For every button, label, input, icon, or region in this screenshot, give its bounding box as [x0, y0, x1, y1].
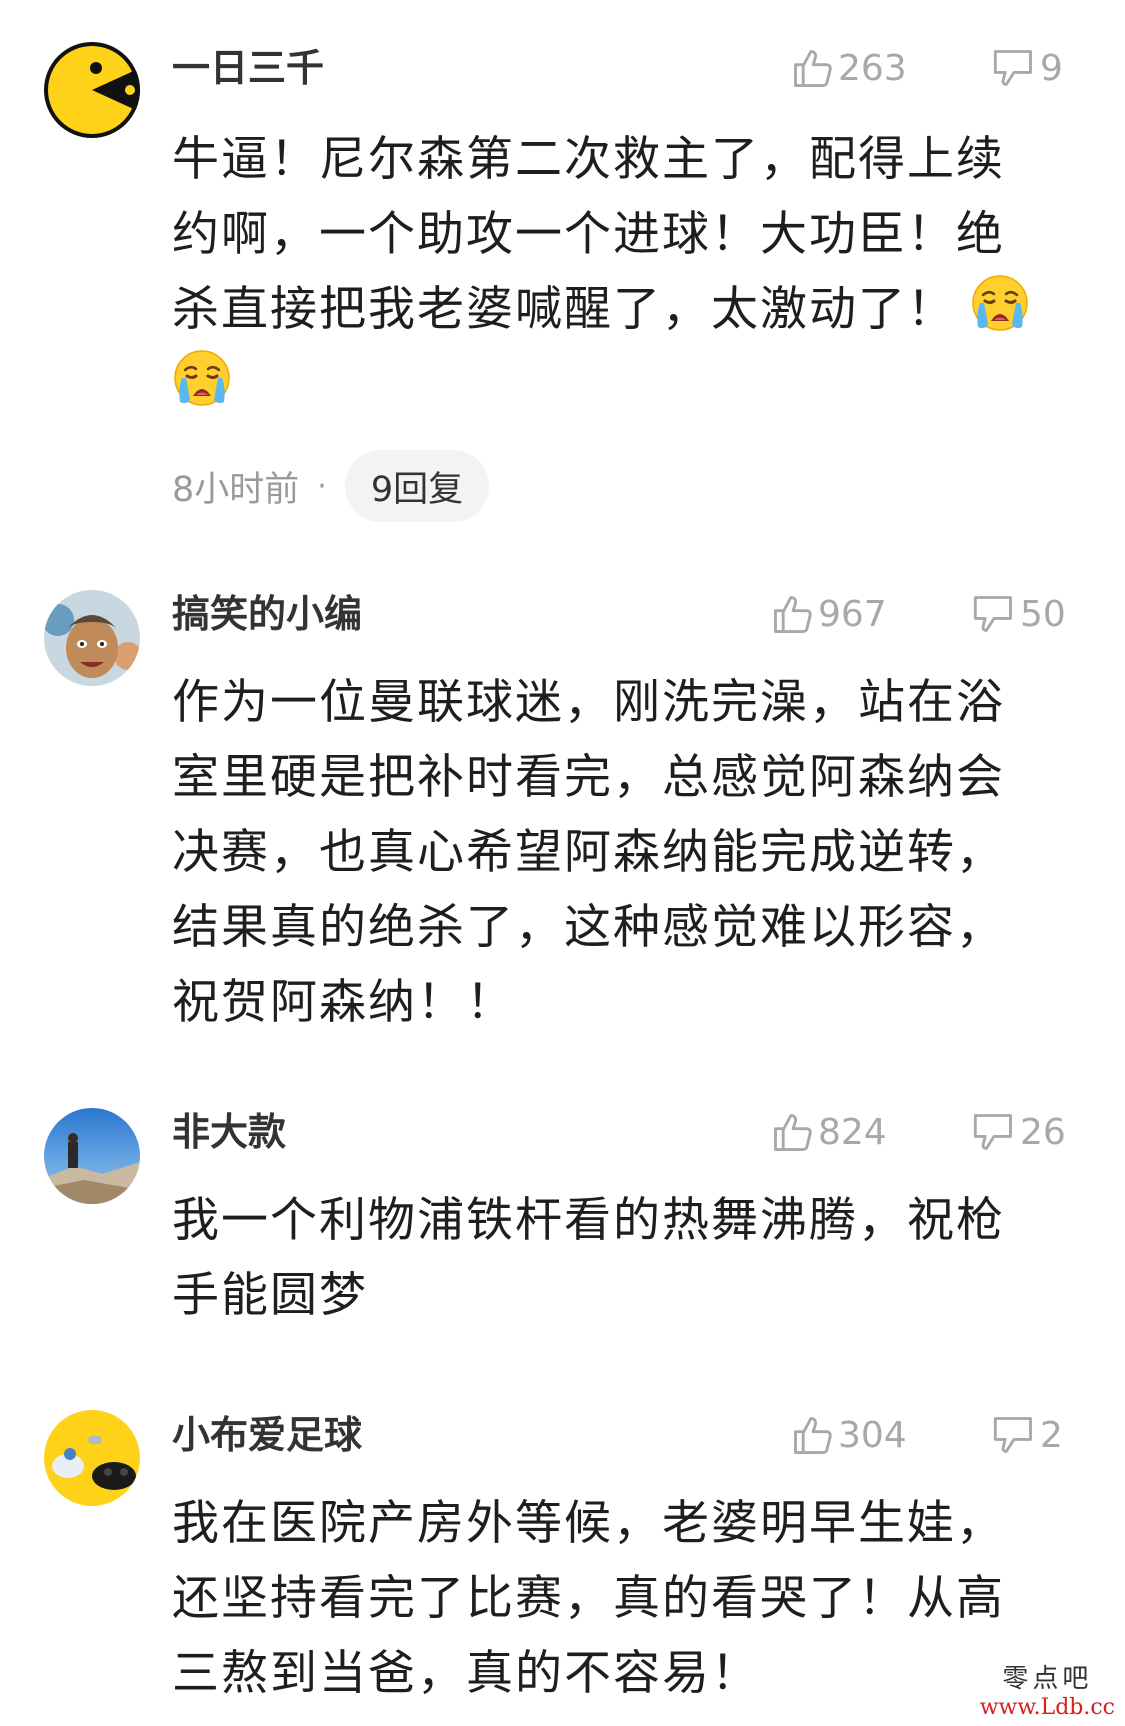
- thumbs-down-icon: [992, 46, 1036, 90]
- username[interactable]: 一日三千: [172, 44, 324, 92]
- mountain-photo-avatar-icon[interactable]: [44, 1108, 140, 1204]
- like-count: 263: [838, 47, 907, 89]
- thumbs-up-icon: [770, 1110, 814, 1154]
- comment-text: 我在医院产房外等候，老婆明早生娃， 还坚持看完了比赛，真的看哭了！从高 三熬到当…: [172, 1486, 1072, 1711]
- dislike-button[interactable]: 2: [992, 1411, 1063, 1459]
- comment-line: 杀直接把我老婆喊醒了，太激动了！: [172, 272, 1072, 347]
- thumbs-down-icon: [992, 1413, 1036, 1457]
- comment-line: 结果真的绝杀了，这种感觉难以形容，: [172, 900, 1005, 955]
- dislike-count: 2: [1040, 1414, 1063, 1456]
- crying-face-emoji: [172, 348, 232, 408]
- comment-line: 还坚持看完了比赛，真的看哭了！从高: [172, 1571, 1005, 1626]
- thumbs-up-icon: [790, 1413, 834, 1457]
- comment-line: [172, 347, 1072, 422]
- thumbs-down-icon: [972, 592, 1016, 636]
- thumbs-up-icon: [790, 46, 834, 90]
- comment-line: 祝贺阿森纳！！: [172, 975, 515, 1030]
- comment-line: 作为一位曼联球迷，刚洗完澡，站在浴: [172, 675, 1005, 730]
- cartoon-face-avatar-icon[interactable]: [44, 590, 140, 686]
- site-watermark: 零点吧 www.Ldb.cc: [980, 1658, 1115, 1720]
- comment-text: 作为一位曼联球迷，刚洗完澡，站在浴 室里硬是把补时看完，总感觉阿森纳会 决赛，也…: [172, 665, 1072, 1040]
- like-count: 824: [818, 1111, 887, 1153]
- dislike-button[interactable]: 50: [972, 590, 1066, 638]
- comment-text: 我一个利物浦铁杆看的热舞沸腾，祝枪 手能圆梦: [172, 1183, 1072, 1333]
- comment-meta: 8小时前 · 9回复: [172, 450, 490, 522]
- dislike-button[interactable]: 9: [992, 44, 1063, 92]
- watermark-url: www.Ldb.cc: [979, 1695, 1115, 1720]
- dislike-button[interactable]: 26: [972, 1108, 1066, 1156]
- timestamp: 8小时前: [172, 469, 300, 510]
- like-count: 967: [818, 593, 887, 635]
- comment-line: 我在医院产房外等候，老婆明早生娃，: [172, 1496, 1005, 1551]
- like-button[interactable]: 967: [770, 590, 887, 638]
- toys-avatar-icon[interactable]: [44, 1410, 140, 1506]
- username[interactable]: 非大款: [172, 1108, 286, 1156]
- comment-line: 决赛，也真心希望阿森纳能完成逆转，: [172, 825, 1005, 880]
- thumbs-down-icon: [972, 1110, 1016, 1154]
- username[interactable]: 搞笑的小编: [172, 590, 362, 638]
- separator-dot: ·: [317, 468, 327, 504]
- like-button[interactable]: 263: [790, 44, 907, 92]
- comment-text: 牛逼！尼尔森第二次救主了，配得上续 约啊，一个助攻一个进球！大功臣！绝 杀直接把…: [172, 122, 1072, 422]
- comment-line: 室里硬是把补时看完，总感觉阿森纳会: [172, 750, 1005, 805]
- username[interactable]: 小布爱足球: [172, 1411, 362, 1459]
- dislike-count: 9: [1040, 47, 1063, 89]
- dislike-count: 50: [1020, 593, 1066, 635]
- like-button[interactable]: 304: [790, 1411, 907, 1459]
- thumbs-up-icon: [770, 592, 814, 636]
- dislike-count: 26: [1020, 1111, 1066, 1153]
- comment-line: 手能圆梦: [172, 1268, 368, 1323]
- pacman-avatar-icon[interactable]: [44, 42, 140, 138]
- crying-face-emoji: [970, 273, 1030, 333]
- replies-button[interactable]: 9回复: [344, 450, 490, 522]
- comment-line: 三熬到当爸，真的不容易！: [172, 1646, 760, 1701]
- like-button[interactable]: 824: [770, 1108, 887, 1156]
- comment-line: 牛逼！尼尔森第二次救主了，配得上续: [172, 132, 1005, 187]
- comment-line: 我一个利物浦铁杆看的热舞沸腾，祝枪: [172, 1193, 1005, 1248]
- like-count: 304: [838, 1414, 907, 1456]
- watermark-title: 零点吧: [1002, 1664, 1093, 1694]
- comment-line: 约啊，一个助攻一个进球！大功臣！绝: [172, 207, 1005, 262]
